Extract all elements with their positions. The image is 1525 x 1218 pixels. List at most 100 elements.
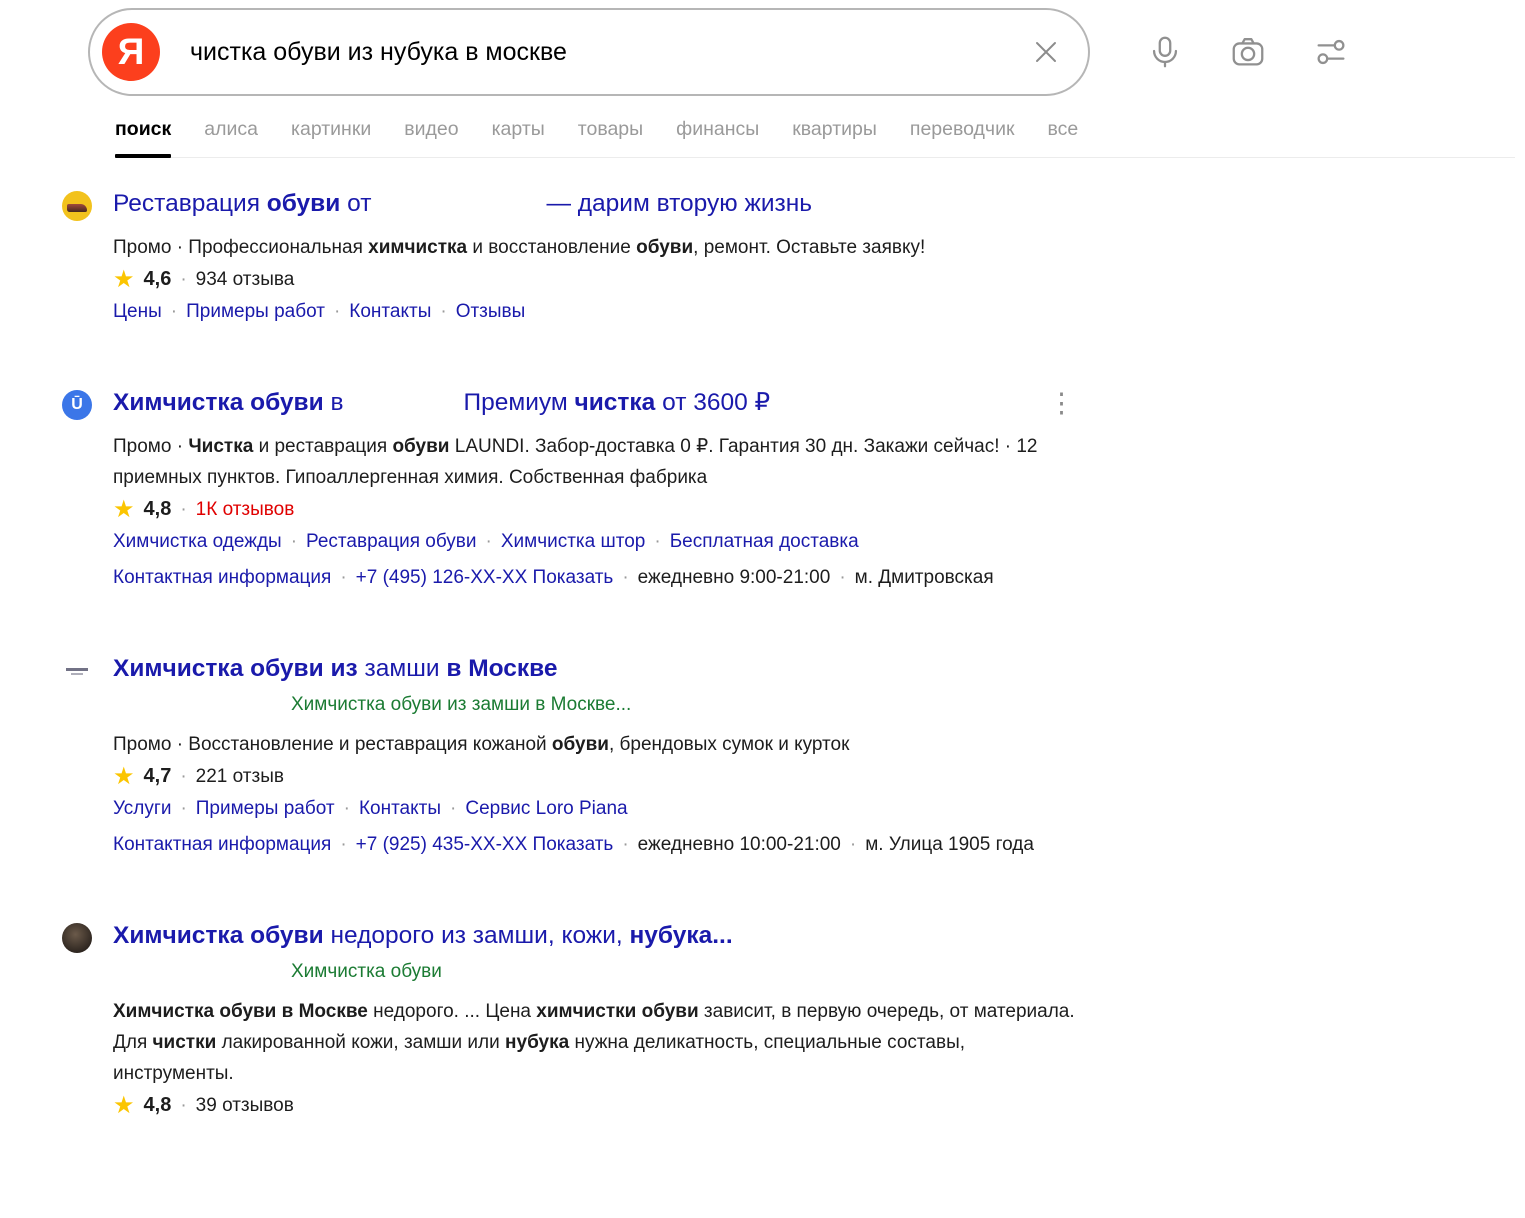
result-link[interactable]: Контакты bbox=[349, 301, 431, 322]
result-title-link[interactable]: Реставрация обуви от — дарим вторую жизнь bbox=[113, 188, 812, 219]
links-row: Услуги · Примеры работ · Контакты · Сервис Lor… bbox=[113, 793, 1075, 824]
search-result: Ū Химчистка обуви в Премиум чистка от 3600… bbox=[62, 387, 1525, 593]
text-segment[interactable]: Химчистка обуви bbox=[113, 922, 324, 949]
tab-video[interactable]: видео bbox=[404, 118, 458, 141]
result-link[interactable]: Примеры работ bbox=[196, 798, 335, 819]
tab-kartinki[interactable]: картинки bbox=[291, 118, 371, 141]
separator: · bbox=[180, 268, 187, 290]
result-content: Химчистка обуви из замши в Москве Химчист… bbox=[113, 653, 1075, 860]
text-segment[interactable]: обуви bbox=[267, 190, 341, 217]
result-snippet: Химчистка обуви в Москве недорого. ... Ц… bbox=[113, 996, 1075, 1089]
separator: · bbox=[450, 798, 457, 819]
tab-perevodchik[interactable]: переводчик bbox=[910, 118, 1015, 141]
clear-icon[interactable] bbox=[1028, 34, 1064, 70]
separator: · bbox=[170, 301, 178, 322]
text-segment[interactable]: Химчистка обуви из bbox=[113, 655, 358, 682]
result-link[interactable]: Контактная информация bbox=[113, 567, 331, 588]
result-link[interactable]: Химчистка одежды bbox=[113, 531, 282, 552]
separator: · bbox=[622, 834, 629, 855]
filters-icon[interactable] bbox=[1312, 33, 1350, 71]
star-icon: ★ bbox=[113, 495, 135, 523]
laundi-logo-favicon-icon: Ū bbox=[62, 390, 92, 420]
title-row: Химчистка обуви в Премиум чистка от 3600 … bbox=[113, 387, 1075, 418]
tab-karty[interactable]: карты bbox=[492, 118, 545, 141]
links-row: Контактная информация · +7 (925) 435-XX-XX… bbox=[113, 829, 1075, 860]
separator: · bbox=[180, 798, 187, 819]
result-content: Реставрация обуви от — дарим вторую жизнь… bbox=[113, 188, 1075, 327]
search-header: Я bbox=[0, 0, 1525, 96]
rating-value: 4,8 bbox=[143, 498, 172, 520]
result-link[interactable]: Сервис Loro Piana bbox=[465, 798, 627, 819]
result-link[interactable]: +7 (495) 126-XX-XX Показать bbox=[356, 567, 614, 588]
result-content: Химчистка обуви недорого из замши, кожи,… bbox=[113, 920, 1075, 1117]
result-link[interactable]: Химчистка штор bbox=[501, 531, 646, 552]
result-title-link[interactable]: Химчистка обуви в Премиум чистка от 3600 … bbox=[113, 387, 770, 418]
search-result: Реставрация обуви от — дарим вторую жизнь… bbox=[62, 188, 1525, 327]
text-segment[interactable]: Премиум bbox=[463, 389, 574, 416]
text-segment: Промо · Профессиональная bbox=[113, 237, 369, 258]
separator: · bbox=[343, 798, 350, 819]
rating-value: 4,8 bbox=[143, 1094, 172, 1116]
result-link[interactable]: +7 (925) 435-XX-XX Показать bbox=[356, 834, 614, 855]
rating-row: ★ 4,8 · 1К отзывов bbox=[113, 495, 1075, 523]
text-segment: Промо · Восстановление и реставрация кож… bbox=[113, 734, 552, 755]
text-segment: лакированной кожи, замши или bbox=[216, 1032, 506, 1053]
result-link[interactable]: Бесплатная доставка bbox=[670, 531, 859, 552]
star-icon: ★ bbox=[113, 762, 135, 790]
separator: · bbox=[180, 1094, 187, 1116]
mic-icon[interactable] bbox=[1146, 33, 1184, 71]
tab-vse[interactable]: все bbox=[1048, 118, 1079, 141]
text-segment[interactable]: нубука... bbox=[630, 922, 733, 949]
text-segment: нубука bbox=[505, 1032, 570, 1053]
result-info-text: ежедневно 9:00-21:00 bbox=[637, 567, 831, 588]
title-row: Химчистка обуви недорого из замши, кожи,… bbox=[113, 920, 1075, 951]
separator: · bbox=[849, 834, 857, 855]
text-segment[interactable]: от 3600 ₽ bbox=[655, 389, 770, 416]
result-link[interactable]: Отзывы bbox=[456, 301, 526, 322]
separator: · bbox=[654, 531, 661, 552]
text-segment[interactable]: в Москве bbox=[446, 655, 557, 682]
tabs-bar: поиск алиса картинки видео карты товары финанс… bbox=[115, 118, 1515, 158]
tab-poisk[interactable]: поиск bbox=[115, 118, 172, 158]
tab-finansy[interactable]: финансы bbox=[676, 118, 759, 141]
text-segment[interactable]: недорого из замши, кожи, bbox=[324, 922, 630, 949]
text-segment[interactable]: Реставрация bbox=[113, 190, 267, 217]
tab-tovary[interactable]: товары bbox=[578, 118, 643, 141]
result-content: Химчистка обуви в Премиум чистка от 3600 … bbox=[113, 387, 1075, 593]
text-segment: химчистка bbox=[368, 237, 468, 258]
tab-alisa[interactable]: алиса bbox=[204, 118, 258, 141]
yandex-logo[interactable]: Я bbox=[102, 23, 160, 81]
result-breadcrumb[interactable]: Химчистка обуви из замши в Москве... bbox=[113, 694, 1075, 716]
search-input[interactable] bbox=[188, 36, 1018, 68]
result-title-link[interactable]: Химчистка обуви недорого из замши, кожи,… bbox=[113, 920, 733, 951]
separator: · bbox=[340, 567, 347, 588]
search-result: Химчистка обуви недорого из замши, кожи,… bbox=[62, 920, 1525, 1117]
result-link[interactable]: Контакты bbox=[359, 798, 441, 819]
text-segment[interactable]: замши bbox=[358, 655, 447, 682]
text-segment[interactable]: чистка bbox=[575, 389, 656, 416]
star-icon: ★ bbox=[113, 265, 135, 293]
search-result: Химчистка обуви из замши в Москве Химчист… bbox=[62, 653, 1525, 860]
result-link[interactable]: Цены bbox=[113, 301, 162, 322]
links-row: Цены · Примеры работ · Контакты · Отзывы bbox=[113, 296, 1075, 327]
result-breadcrumb[interactable]: Химчистка обуви bbox=[113, 961, 1075, 983]
text-segment[interactable]: Химчистка обуви bbox=[113, 389, 324, 416]
result-info-text: м. Дмитровская bbox=[854, 567, 994, 588]
results-list: Реставрация обуви от — дарим вторую жизнь… bbox=[62, 188, 1525, 1117]
result-title-link[interactable]: Химчистка обуви из замши в Москве bbox=[113, 653, 558, 684]
result-link[interactable]: Реставрация обуви bbox=[306, 531, 477, 552]
result-snippet: Промо · Профессиональная химчистка и вос… bbox=[113, 232, 1075, 263]
kebab-menu-icon[interactable]: ⋮ bbox=[1048, 390, 1075, 417]
rating-value: 4,7 bbox=[143, 765, 172, 787]
text-segment: , ремонт. Оставьте заявку! bbox=[693, 237, 926, 258]
result-link[interactable]: Контактная информация bbox=[113, 834, 331, 855]
result-link[interactable]: Примеры работ bbox=[186, 301, 325, 322]
text-segment[interactable]: в bbox=[324, 389, 343, 416]
camera-icon[interactable] bbox=[1229, 33, 1267, 71]
text-segment[interactable]: от bbox=[340, 190, 371, 217]
result-link[interactable]: Услуги bbox=[113, 798, 171, 819]
text-segment[interactable]: — дарим вторую жизнь bbox=[546, 190, 812, 217]
text-segment: чистки bbox=[152, 1032, 217, 1053]
separator: · bbox=[180, 498, 187, 520]
tab-kvartiry[interactable]: квартиры bbox=[792, 118, 877, 141]
